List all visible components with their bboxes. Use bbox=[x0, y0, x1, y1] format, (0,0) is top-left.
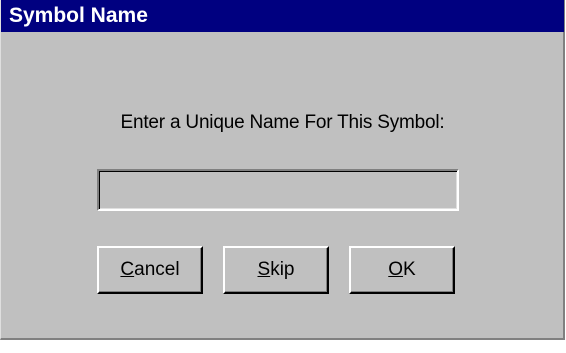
dialog-title: Symbol Name bbox=[1, 0, 564, 32]
cancel-button[interactable]: Cancel bbox=[97, 246, 203, 294]
skip-label: kip bbox=[270, 259, 295, 280]
ok-button[interactable]: OK bbox=[349, 246, 455, 294]
name-prompt-label: Enter a Unique Name For This Symbol: bbox=[120, 112, 445, 133]
symbol-name-input[interactable] bbox=[97, 169, 459, 211]
skip-button[interactable]: Skip bbox=[223, 246, 329, 294]
cancel-label: ancel bbox=[134, 259, 180, 280]
ok-accelerator: O bbox=[388, 259, 404, 280]
ok-label: K bbox=[403, 259, 416, 280]
cancel-accelerator: C bbox=[120, 259, 135, 280]
skip-accelerator: S bbox=[257, 259, 271, 280]
symbol-name-dialog: Symbol Name Enter a Unique Name For This… bbox=[0, 0, 565, 340]
